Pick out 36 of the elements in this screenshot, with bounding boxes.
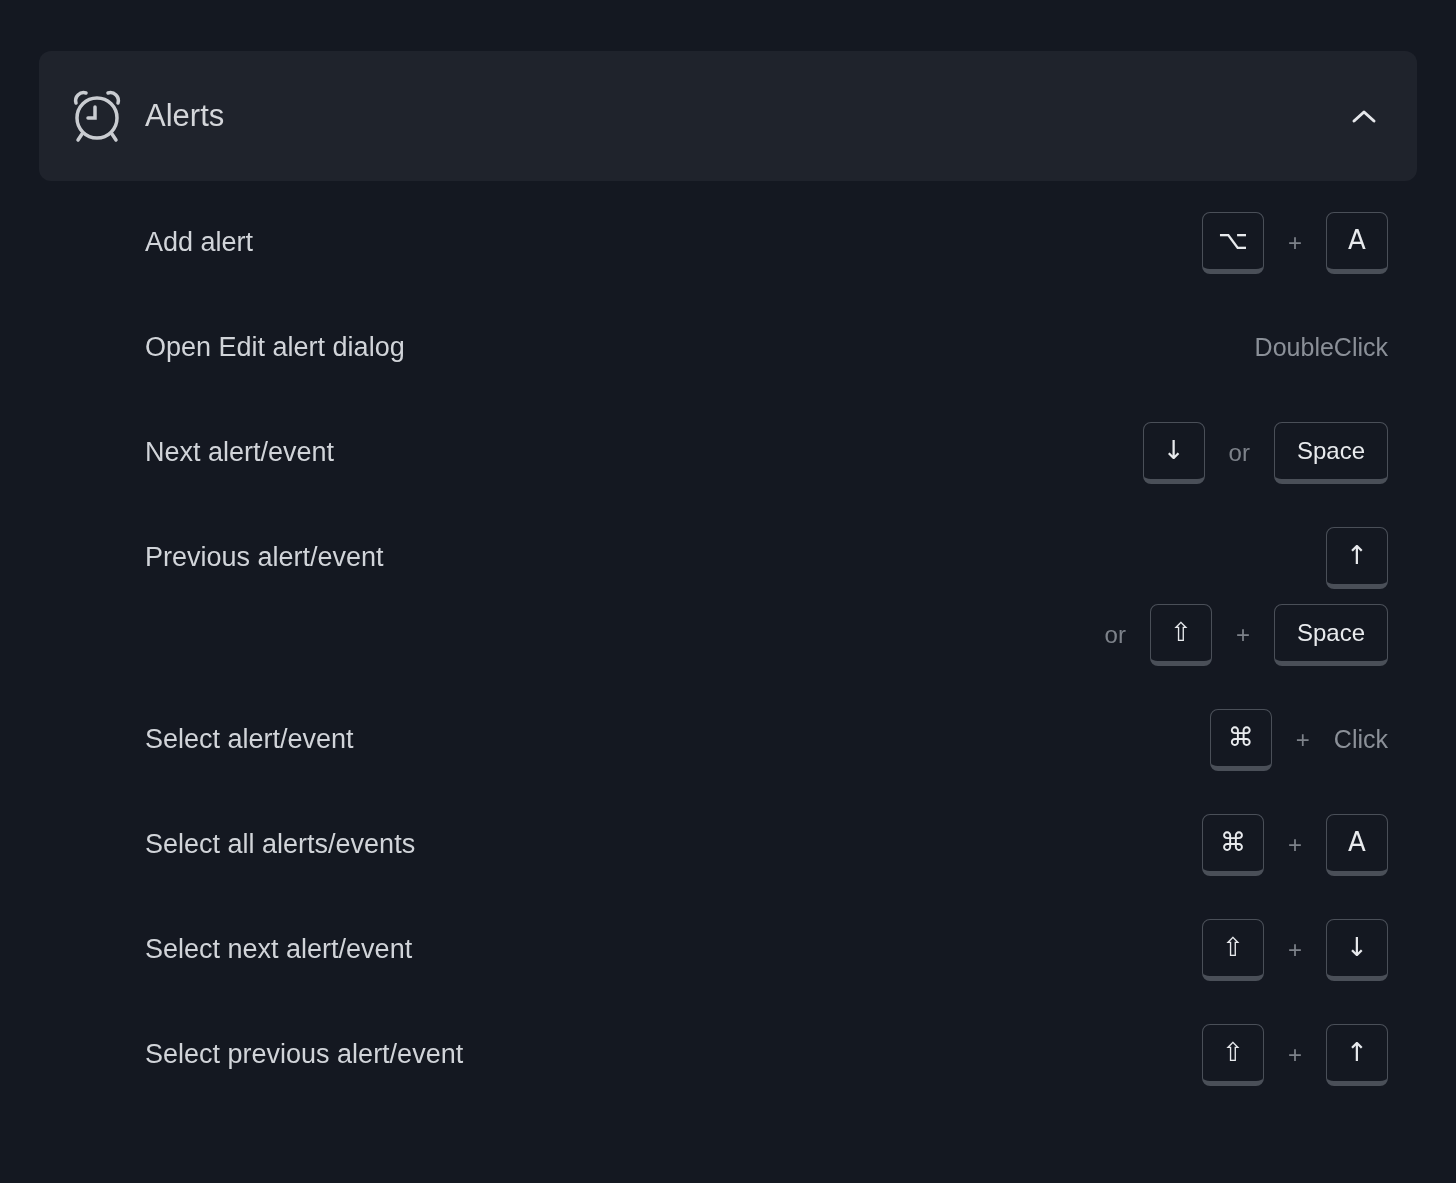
keyboard-key: ⌥ (1202, 211, 1264, 274)
shortcut-label: Select previous alert/event (145, 1038, 464, 1072)
keyboard-key: Space (1273, 421, 1388, 484)
keyboard-key: Space (1273, 603, 1388, 666)
keyboard-key: ↓ (1326, 918, 1388, 981)
key-separator: + (1287, 829, 1303, 860)
alarm-clock-icon (72, 89, 122, 143)
section-header[interactable]: Alerts (39, 51, 1417, 181)
mouse-action: DoubleClick (1254, 331, 1388, 363)
keyboard-key: A (1326, 813, 1388, 876)
key-separator: + (1294, 724, 1311, 755)
chevron-up-icon[interactable] (1351, 108, 1377, 124)
keyboard-key: ⇧ (1202, 1023, 1264, 1086)
key-separator: + (1287, 1039, 1303, 1070)
shortcut-label: Add alert (145, 226, 254, 260)
keyboard-key: A (1326, 211, 1388, 274)
key-separator: + (1234, 619, 1251, 650)
shortcut-label: Previous alert/event (145, 541, 384, 575)
key-separator: + (1287, 934, 1303, 965)
keyboard-key: ↑ (1326, 1023, 1388, 1086)
shortcut-label: Select all alerts/events (145, 828, 416, 862)
key-separator: or (1227, 437, 1251, 468)
shortcut-label: Select next alert/event (145, 933, 413, 967)
keyboard-key: ⇧ (1149, 603, 1212, 666)
mouse-action: Click (1333, 723, 1388, 755)
keyboard-key: ⇧ (1202, 918, 1264, 981)
shortcut-label: Next alert/event (145, 436, 335, 470)
section-title: Alerts (145, 96, 225, 135)
key-separator: + (1287, 227, 1303, 258)
key-separator: or (1103, 619, 1127, 650)
keyboard-key: ⌘ (1209, 708, 1272, 771)
shortcut-label: Select alert/event (145, 723, 354, 757)
keyboard-key: ↑ (1326, 526, 1388, 589)
keyboard-key: ↓ (1142, 421, 1205, 484)
shortcut-label: Open Edit alert dialog (145, 331, 405, 365)
keyboard-key: ⌘ (1202, 813, 1264, 876)
